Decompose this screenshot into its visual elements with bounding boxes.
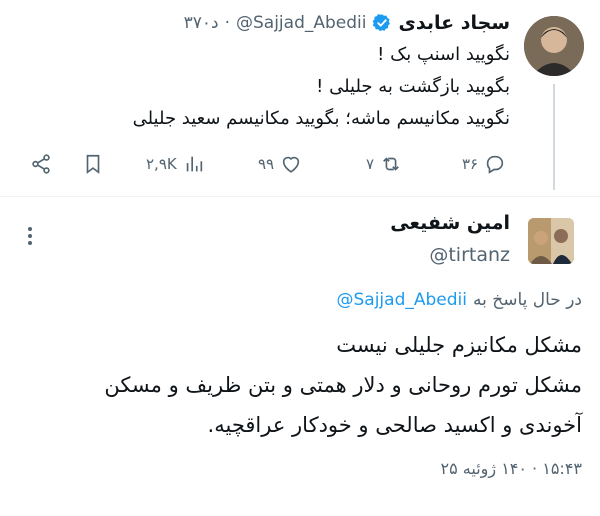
views-icon (186, 156, 202, 172)
original-author-name[interactable]: سجاد عابدی (398, 12, 510, 34)
retweet-icon (383, 157, 399, 171)
bookmark-icon (86, 154, 100, 174)
heart-icon (282, 156, 300, 173)
replies-count: ۳۶ (462, 155, 479, 173)
reply-handle[interactable]: @tirtanz (429, 244, 510, 266)
retweets-count: ۷ (366, 155, 375, 173)
reply-line-3: آخوندی و اکسید صالحی و خودکار عراقچیه. (207, 413, 582, 437)
reply-author-avatar[interactable] (528, 218, 574, 264)
reply-button[interactable]: ۳۶ (462, 153, 506, 175)
likes-count: ۹۹ (258, 155, 275, 173)
tweet-time[interactable]: ۳۷۰د (184, 13, 219, 33)
views-button[interactable]: ۲,۹K (146, 153, 205, 175)
verified-badge-icon (373, 13, 391, 32)
reply-line-1: مشکل مکانیزم جلیلی نیست (336, 333, 582, 357)
original-handle[interactable]: @Sajjad_Abedii (236, 13, 366, 33)
replying-to: @Sajjad_Abedii در حال پاسخ به (337, 290, 583, 310)
share-icon (32, 154, 50, 174)
replying-to-handle[interactable]: @Sajjad_Abedii (337, 290, 467, 310)
more-dots-icon (28, 227, 32, 245)
original-author-avatar[interactable] (524, 16, 584, 76)
like-button[interactable]: ۹۹ (258, 153, 302, 175)
reply-timestamp[interactable]: ۱۵:۴۳ · ۱۴۰ ژوئیه ۲۵ (441, 459, 582, 478)
tweet-divider (0, 196, 600, 197)
reply-author-name[interactable]: امین شفیعی (390, 212, 510, 234)
share-button[interactable] (30, 153, 52, 175)
original-header: ۳۷۰د · @Sajjad_Abedii سجاد عابدی (184, 12, 510, 34)
retweet-button[interactable]: ۷ (366, 153, 402, 175)
reply-line-2: مشکل تورم روحانی و دلار همتی و بتن ظریف … (104, 373, 582, 397)
bookmark-button[interactable] (82, 153, 104, 175)
thread-line (553, 84, 555, 190)
views-count: ۲,۹K (146, 155, 177, 173)
original-line-2: بگویید بازگشت به جلیلی ! (316, 76, 510, 97)
dot-separator: · (224, 13, 230, 33)
more-options-button[interactable] (20, 222, 40, 250)
original-line-1: نگویید اسنپ بک ! (377, 44, 510, 65)
replying-to-prefix: در حال پاسخ به (472, 290, 582, 310)
original-line-3: نگویید مکانیسم ماشه؛ بگویید مکانیسم سعید… (132, 108, 510, 129)
reply-bubble-icon (486, 155, 504, 174)
